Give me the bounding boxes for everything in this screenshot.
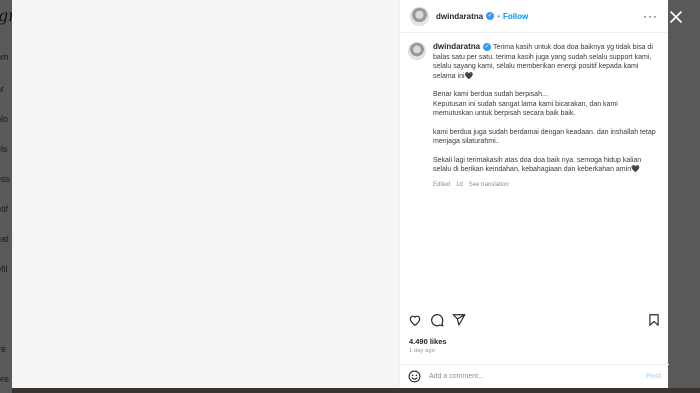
background-nav-fragment: els xyxy=(0,144,8,154)
caption-meta: Edited 1d See translation xyxy=(433,181,658,191)
caption: dwindaratna ✓ Terima kasih untuk doa doa … xyxy=(408,42,663,190)
post-media[interactable] xyxy=(12,0,399,388)
post-modal: dwindaratna ✓ • Follow ··· dwindaratna ✓ … xyxy=(12,0,669,388)
post-details-panel: dwindaratna ✓ • Follow ··· dwindaratna ✓ … xyxy=(399,0,669,388)
verified-badge-icon: ✓ xyxy=(483,43,492,52)
comment-input[interactable] xyxy=(429,373,629,380)
background-nav-fragment: ofil xyxy=(0,264,8,274)
comment-icon[interactable] xyxy=(430,313,444,327)
post-actions xyxy=(408,311,661,329)
avatar[interactable] xyxy=(410,6,429,26)
caption-time: 1d xyxy=(456,181,463,188)
verified-badge-icon: ✓ xyxy=(486,12,495,20)
more-options-icon[interactable]: ··· xyxy=(643,9,658,23)
caption-paragraph: kami berdua juga sudah berdamai dengan k… xyxy=(433,128,656,146)
background-nav-fragment: otif xyxy=(0,204,9,214)
follow-button[interactable]: Follow xyxy=(503,12,528,21)
caption-paragraph: Benar kami berdua sudah berpisah... Kepu… xyxy=(433,91,618,117)
heart-icon[interactable] xyxy=(408,313,422,327)
background-nav-fragment: plo xyxy=(0,114,9,124)
post-time: 1 day ago xyxy=(409,348,435,354)
background-logo-fragment: gr xyxy=(0,6,12,25)
bookmark-icon[interactable] xyxy=(647,313,661,327)
background-nav-fragment: ore xyxy=(0,374,10,384)
background-page-sidebar: gr om ar plo els ess otif eat ofil ire o… xyxy=(0,0,12,393)
background-page-strip xyxy=(12,388,700,393)
caption-body: dwindaratna ✓ Terima kasih untuk doa doa … xyxy=(433,42,658,190)
background-nav-fragment: ar xyxy=(0,84,5,94)
background-nav-fragment: eat xyxy=(0,234,9,244)
see-translation-link[interactable]: See translation xyxy=(469,182,509,188)
share-icon[interactable] xyxy=(452,313,466,327)
comment-bar: Post xyxy=(400,364,669,388)
background-nav-fragment: ire xyxy=(0,344,7,354)
close-icon[interactable] xyxy=(666,8,686,28)
caption-paragraph: Sekali lagi terimakasih atas doa doa bai… xyxy=(433,156,642,174)
post-comment-button[interactable]: Post xyxy=(646,373,661,380)
emoji-icon[interactable] xyxy=(408,370,421,383)
caption-avatar[interactable] xyxy=(408,42,426,60)
background-nav-fragment: om xyxy=(0,52,9,62)
edited-label: Edited xyxy=(433,181,451,188)
likes-count[interactable]: 4.490 likes xyxy=(409,337,447,346)
caption-username[interactable]: dwindaratna xyxy=(433,42,480,51)
post-header: dwindaratna ✓ • Follow ··· xyxy=(400,0,668,33)
post-username[interactable]: dwindaratna xyxy=(436,12,483,21)
separator-dot: • xyxy=(497,11,500,21)
background-nav-fragment: ess xyxy=(0,174,11,184)
